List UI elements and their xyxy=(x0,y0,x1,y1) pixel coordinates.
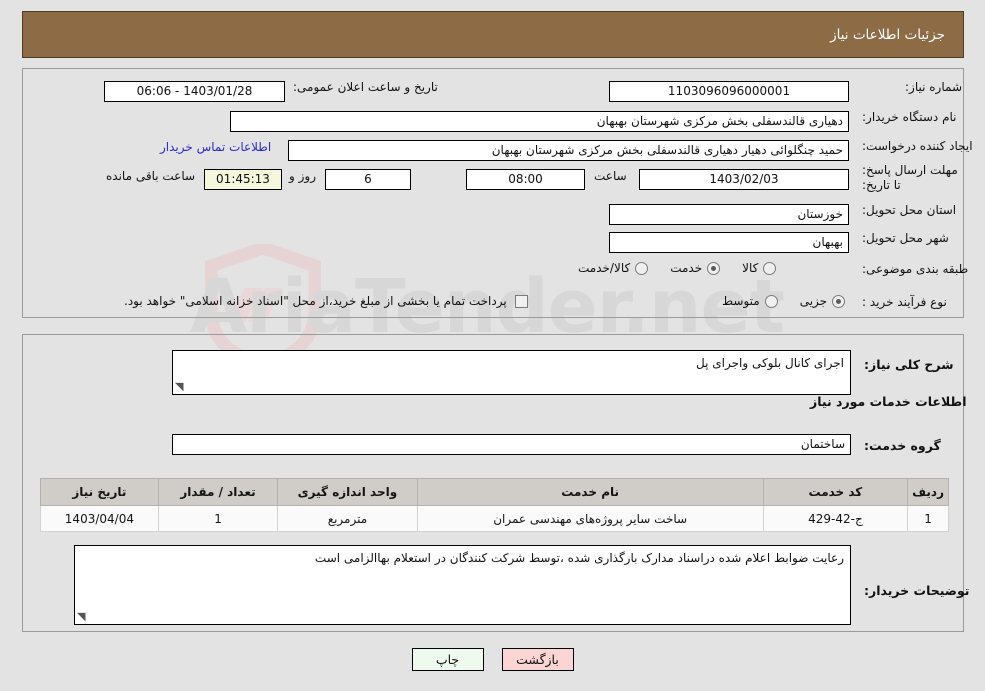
province-label: استان محل تحویل: xyxy=(862,203,957,217)
general-desc-label: شرح کلی نیاز: xyxy=(864,357,954,372)
general-desc-value: اجرای کانال بلوکی واجرای پل xyxy=(696,356,844,370)
td-service-name: ساخت سایر پروژه‌های مهندسی عمران xyxy=(416,505,764,532)
td-unit: مترمربع xyxy=(277,505,418,532)
announce-datetime-label: تاریخ و ساعت اعلان عمومی: xyxy=(293,80,438,94)
window-titlebar: جزئیات اطلاعات نیاز xyxy=(22,11,964,58)
print-button[interactable]: چاپ xyxy=(411,648,484,671)
treasury-bonds-text: پرداخت تمام یا بخشی از مبلغ خرید،از محل … xyxy=(124,294,507,308)
buyer-contact-link[interactable]: اطلاعات تماس خریدار xyxy=(160,140,271,154)
category-option-kala-khedmat[interactable]: کالا/خدمت xyxy=(578,261,649,275)
page-root: AriaTender.net جزئیات اطلاعات نیاز شماره… xyxy=(0,0,985,691)
deadline-time-label: ساعت xyxy=(594,169,627,183)
th-service-name: نام خدمت xyxy=(416,478,764,506)
process-type-option-motevaset-label: متوسط xyxy=(722,294,760,308)
process-type-radio-motevaset[interactable] xyxy=(764,294,778,308)
td-row-no: 1 xyxy=(907,505,949,532)
buyer-org-label: نام دستگاه خریدار: xyxy=(862,110,957,124)
deadline-days-value: 6 xyxy=(325,169,411,190)
resize-grip-icon[interactable]: ◤ xyxy=(175,380,187,393)
announce-datetime-value: 1403/01/28 - 06:06 xyxy=(104,81,285,102)
process-type-radio-jozi[interactable] xyxy=(832,294,846,308)
need-number-value: 1103096096000001 xyxy=(609,81,849,102)
province-value: خوزستان xyxy=(609,204,849,225)
deadline-label: مهلت ارسال پاسخ: تا تاریخ: xyxy=(862,163,958,192)
table-row: 1 ج-42-429 ساخت سایر پروژه‌های مهندسی عم… xyxy=(40,505,949,532)
th-need-date: تاریخ نیاز xyxy=(40,478,159,506)
buyer-notes-value: رعایت ضوابط اعلام شده دراسناد مدارک بارگ… xyxy=(314,551,844,565)
need-summary-panel xyxy=(22,68,964,318)
service-group-value: ساختمان xyxy=(172,434,851,455)
request-creator-label: ایجاد کننده درخواست: xyxy=(862,139,973,153)
service-group-label: گروه خدمت: xyxy=(864,438,941,453)
deadline-countdown-suffix: ساعت باقی مانده xyxy=(106,169,196,183)
buyer-notes-label: توضیحات خریدار: xyxy=(864,583,970,598)
process-type-option-jozi[interactable]: جزیی xyxy=(799,294,846,308)
category-option-kala[interactable]: کالا xyxy=(742,261,777,275)
buyer-org-value: دهیاری قالندسفلی بخش مرکزی شهرستان بهبها… xyxy=(230,111,849,132)
deadline-time-value: 08:00 xyxy=(466,169,585,190)
process-type-option-jozi-label: جزیی xyxy=(799,294,828,308)
category-radio-kala-khedmat[interactable] xyxy=(635,261,649,275)
need-number-label: شماره نیاز: xyxy=(905,80,962,94)
page-title: جزئیات اطلاعات نیاز xyxy=(830,26,945,43)
deadline-date-value: 1403/02/03 xyxy=(639,169,849,190)
th-row-no: ردیف xyxy=(907,478,949,506)
category-label: طبقه بندی موضوعی: xyxy=(862,262,969,276)
general-desc-textarea[interactable]: اجرای کانال بلوکی واجرای پل ◤ xyxy=(172,350,851,395)
deadline-countdown-value: 01:45:13 xyxy=(204,169,282,190)
category-option-khedmat[interactable]: خدمت xyxy=(670,261,721,275)
request-creator-value: حمید چنگلوائی دهیار دهیاری قالندسفلی بخش… xyxy=(288,140,849,161)
action-buttons: بازگشت چاپ xyxy=(0,648,985,671)
category-option-kala-khedmat-label: کالا/خدمت xyxy=(578,261,631,275)
td-service-code: ج-42-429 xyxy=(762,505,909,532)
table-header-row: ردیف کد خدمت نام خدمت واحد اندازه گیری ت… xyxy=(40,478,949,506)
treasury-bonds-checkbox[interactable] xyxy=(514,294,528,308)
process-type-option-motevaset[interactable]: متوسط xyxy=(722,294,778,308)
td-need-date: 1403/04/04 xyxy=(40,505,159,532)
th-service-code: کد خدمت xyxy=(762,478,909,506)
city-value: بهبهان xyxy=(609,232,849,253)
category-radio-kala[interactable] xyxy=(763,261,777,275)
buyer-notes-textarea[interactable]: رعایت ضوابط اعلام شده دراسناد مدارک بارگ… xyxy=(74,545,851,625)
deadline-days-suffix: روز و xyxy=(289,169,316,183)
back-button[interactable]: بازگشت xyxy=(501,648,574,671)
services-section-title: اطلاعات خدمات مورد نیاز xyxy=(810,394,967,409)
category-option-kala-label: کالا xyxy=(742,261,759,275)
th-quantity: تعداد / مقدار xyxy=(157,478,279,506)
city-label: شهر محل تحویل: xyxy=(862,231,949,245)
td-quantity: 1 xyxy=(157,505,279,532)
th-unit: واحد اندازه گیری xyxy=(277,478,418,506)
category-radio-khedmat[interactable] xyxy=(707,261,721,275)
category-option-khedmat-label: خدمت xyxy=(670,261,703,275)
services-table: ردیف کد خدمت نام خدمت واحد اندازه گیری ت… xyxy=(40,478,949,532)
resize-grip-icon-notes[interactable]: ◤ xyxy=(77,610,89,623)
process-type-label: نوع فرآیند خرید : xyxy=(862,295,947,309)
